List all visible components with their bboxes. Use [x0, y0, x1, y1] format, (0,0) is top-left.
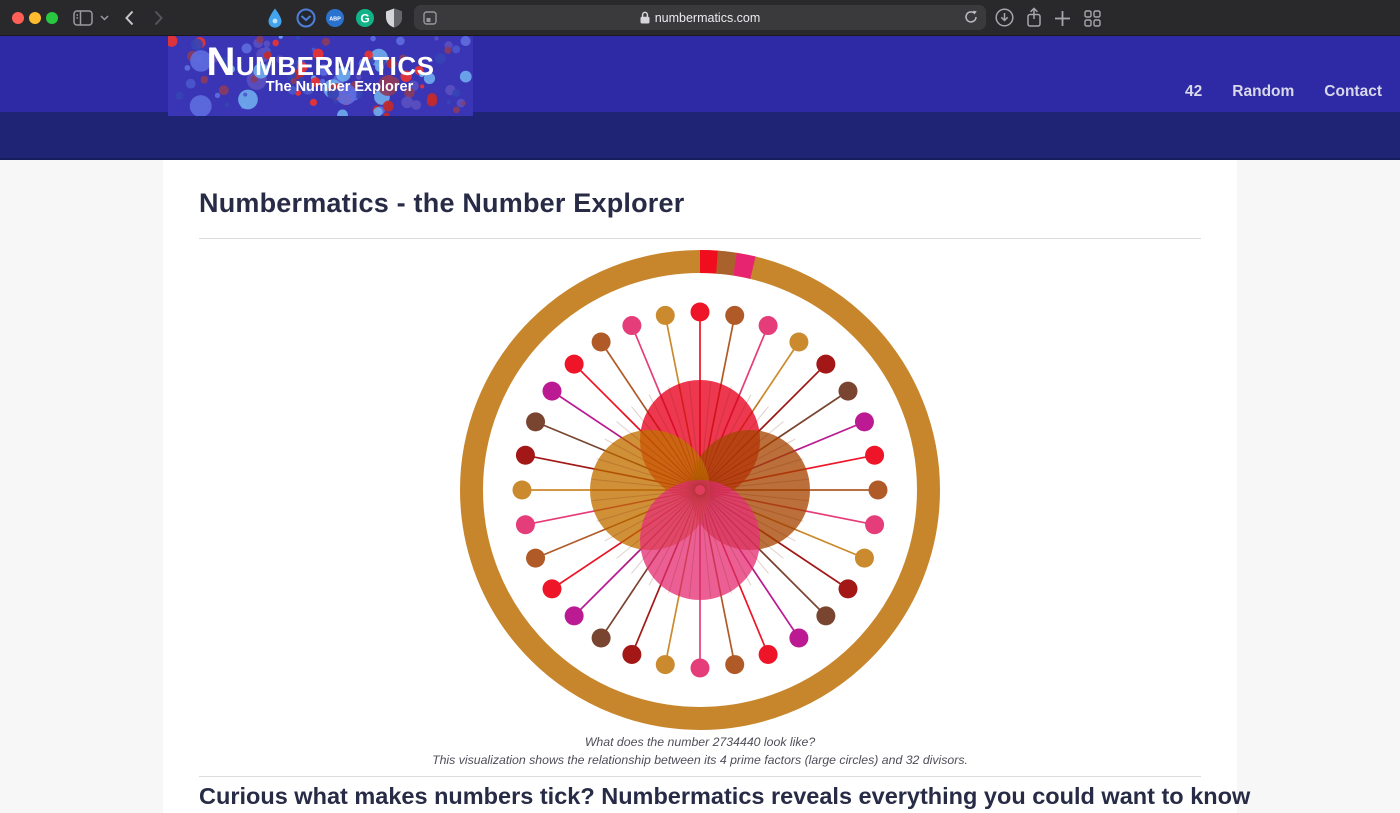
share-icon[interactable] — [1025, 7, 1043, 28]
pocket-extension-icon[interactable] — [296, 8, 316, 28]
reload-icon[interactable] — [964, 10, 978, 24]
url-text: numbermatics.com — [655, 11, 761, 25]
site-logo[interactable]: NUMBERMATICS The Number Explorer — [168, 36, 473, 116]
logo-title: NUMBERMATICS — [168, 36, 473, 81]
divider — [199, 238, 1201, 239]
back-icon[interactable] — [124, 10, 135, 26]
page-title: Numbermatics - the Number Explorer — [199, 188, 1201, 219]
search-bar-row — [0, 112, 1400, 160]
abp-extension-icon[interactable]: ABP — [325, 8, 345, 28]
nav-link-42[interactable]: 42 — [1185, 83, 1202, 101]
downloads-icon[interactable] — [995, 8, 1014, 27]
sidebar-icon[interactable] — [73, 10, 94, 26]
minimize-window-button[interactable] — [29, 12, 41, 24]
zoom-window-button[interactable] — [46, 12, 58, 24]
abp-label: ABP — [329, 17, 341, 23]
close-window-button[interactable] — [12, 12, 24, 24]
droplet-extension-icon[interactable] — [267, 8, 283, 28]
main-nav: 42 Random Contact — [1185, 83, 1382, 101]
browser-window: ABP G numbermatics.com — [0, 0, 1400, 813]
padlock-icon — [640, 11, 650, 24]
logo-subtitle: The Number Explorer — [168, 79, 473, 95]
viz-caption-description: This visualization shows the relationshi… — [163, 753, 1237, 768]
new-tab-icon[interactable] — [1054, 10, 1071, 27]
number-visualization — [460, 250, 940, 730]
page-content: Numbermatics - the Number Explorer What … — [163, 160, 1237, 813]
intro-heading-line1: Curious what makes numbers tick? Numberm… — [199, 783, 1201, 810]
divider — [199, 776, 1201, 777]
chevron-down-icon[interactable] — [100, 15, 109, 21]
viz-caption-question: What does the number 2734440 look like? — [163, 735, 1237, 750]
tab-overview-icon[interactable] — [1084, 10, 1101, 27]
nav-link-random[interactable]: Random — [1232, 83, 1294, 101]
intro-heading: Curious what makes numbers tick? Numberm… — [199, 783, 1201, 813]
site-header: NUMBERMATICS The Number Explorer 42 Rand… — [0, 36, 1400, 112]
grammarly-label: G — [360, 12, 369, 26]
nav-link-contact[interactable]: Contact — [1324, 83, 1382, 101]
forward-icon[interactable] — [153, 10, 164, 26]
grammarly-extension-icon[interactable]: G — [355, 8, 375, 28]
shield-extension-icon[interactable] — [386, 8, 403, 28]
browser-chrome: ABP G numbermatics.com — [0, 0, 1400, 36]
url-bar[interactable]: numbermatics.com — [414, 5, 986, 30]
